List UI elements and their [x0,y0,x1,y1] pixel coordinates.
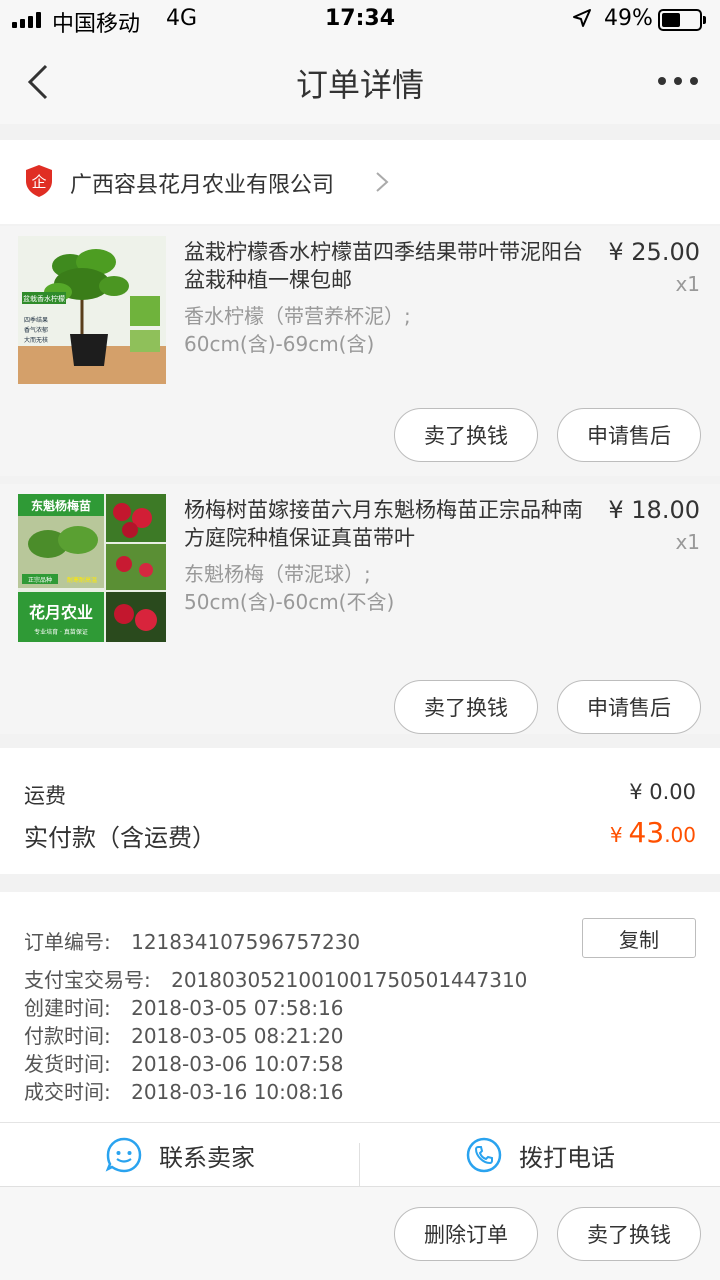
shipping-value: ¥ 0.00 [629,780,696,804]
product-qty: x1 [675,530,700,554]
thumb-label: 花月农业 [29,603,93,622]
badge-char: 企 [31,173,46,191]
product-price: ¥ 25.00 [608,238,700,266]
created-label: 创建时间: [24,996,111,1020]
order-number: 1218341075967572​30 [131,930,361,954]
status-bar: 中国移动 4G 17:34 49% [0,0,720,40]
paid-currency: ¥ [609,823,623,847]
done-label: 成交时间: [24,1080,111,1104]
paid-row: 付款时间: 2018-03-05 08:21:20 [24,1020,344,1049]
after-sale-button[interactable]: 申请售后 [557,408,701,462]
contact-bar: 联系卖家 拨打电话 [0,1122,720,1187]
sku-line: 香水柠檬（带营养杯泥）; [184,304,411,328]
product-price: ¥ 18.00 [608,496,700,524]
call-phone-label: 拨打电话 [519,1143,615,1172]
chat-bubble-icon [105,1137,142,1173]
nav-bar: 订单详情 [0,40,720,124]
thumb-label: 盆栽香水柠檬 [23,294,65,303]
bottom-action-bar: 删除订单 卖了换钱 [0,1186,720,1280]
shipped-row: 发货时间: 2018-03-06 10:07:58 [24,1048,344,1077]
alipay-number: 2018030521001001750501447310 [171,968,528,992]
thumb-label: 香气浓郁 [24,326,48,334]
paid-integer: 43 [628,816,665,849]
done-row: 成交时间: 2018-03-16 10:08:16 [24,1076,344,1105]
fee-summary: 运费 ¥ 0.00 实付款（含运费） ¥ 43 .00 [0,748,720,874]
page-title: 订单详情 [295,66,424,104]
thumb-label: 东魁杨梅苗 [31,498,91,513]
chevron-right-icon [376,172,389,192]
thumb-label: 正宗品种 [28,576,52,584]
paid-time-label: 付款时间: [24,1024,111,1048]
thumb-label: 耐寒耐高温 [67,576,97,584]
more-icon[interactable] [658,74,698,88]
product-title[interactable]: 盆栽柠檬香水柠檬苗四季结果带叶带泥阳台盆栽种植一棵包邮 [184,238,594,294]
sell-for-cash-button[interactable]: 卖了换钱 [394,408,538,462]
battery-percent: 49% [604,6,653,31]
battery-icon [658,9,706,31]
thumb-label: 大而无核 [24,336,48,344]
paid-label: 实付款（含运费） [24,824,216,852]
order-number-label: 订单编号: [24,930,111,954]
order-number-row: 订单编号: 1218341075967572​30 [24,926,360,955]
order-info: 订单编号: 1218341075967572​30 复制 支付宝交易号: 201… [0,892,720,1122]
location-arrow-icon [573,9,591,27]
order-item[interactable]: 盆栽香水柠檬 四季结果 香气浓郁 大而无核 盆栽柠檬香水柠檬苗四季结果带叶带泥阳… [0,226,720,476]
sku-line: 60cm(含)-69cm(含) [184,332,375,356]
sku-line: 50cm(含)-60cm(不含) [184,590,395,614]
enterprise-shield-icon: 企 [26,165,52,197]
paid-decimal: .00 [664,823,696,847]
done-time: 2018-03-16 10:08:16 [131,1080,344,1104]
paid-amount: ¥ 43 .00 [610,816,696,849]
product-sku: 香水柠檬（带营养杯泥）; 60cm(含)-69cm(含) [184,302,584,358]
shop-name[interactable]: 广西容县花月农业有限公司 [70,167,334,199]
alipay-row: 支付宝交易号: 2018030521001001750501447310 [24,964,527,993]
created-time: 2018-03-05 07:58:16 [131,996,344,1020]
product-sku: 东魁杨梅（带泥球）; 50cm(含)-60cm(不含) [184,560,584,616]
thumb-label: 四季结果 [24,316,48,324]
shipped-label: 发货时间: [24,1052,111,1076]
product-title[interactable]: 杨梅树苗嫁接苗六月东魁杨梅苗正宗品种南方庭院种植保证真苗带叶 [184,496,594,552]
product-thumbnail[interactable]: 盆栽香水柠檬 四季结果 香气浓郁 大而无核 [18,236,166,384]
contact-seller-button[interactable]: 联系卖家 [0,1123,360,1187]
product-thumbnail[interactable]: 东魁杨梅苗 正宗品种 耐寒耐高温 花月农业 专业培育 · 真苗保证 [18,494,166,642]
shipped-time: 2018-03-06 10:07:58 [131,1052,344,1076]
created-row: 创建时间: 2018-03-05 07:58:16 [24,992,344,1021]
delete-order-button[interactable]: 删除订单 [394,1207,538,1261]
contact-seller-label: 联系卖家 [159,1143,255,1172]
sku-line: 东魁杨梅（带泥球）; [184,562,371,586]
after-sale-button[interactable]: 申请售后 [557,680,701,734]
sell-for-cash-button[interactable]: 卖了换钱 [394,680,538,734]
thumb-label: 专业培育 · 真苗保证 [34,628,88,636]
copy-button[interactable]: 复制 [582,918,696,958]
phone-icon [466,1137,502,1173]
shop-header[interactable]: 企 广西容县花月农业有限公司 [0,140,720,224]
order-item[interactable]: 东魁杨梅苗 正宗品种 耐寒耐高温 花月农业 专业培育 · 真苗保证 杨梅树苗嫁接… [0,484,720,734]
sell-for-cash-button[interactable]: 卖了换钱 [557,1207,701,1261]
shipping-label: 运费 [24,784,66,808]
paid-time: 2018-03-05 08:21:20 [131,1024,344,1048]
alipay-label: 支付宝交易号: [24,968,151,992]
product-qty: x1 [675,272,700,296]
call-phone-button[interactable]: 拨打电话 [360,1123,720,1187]
